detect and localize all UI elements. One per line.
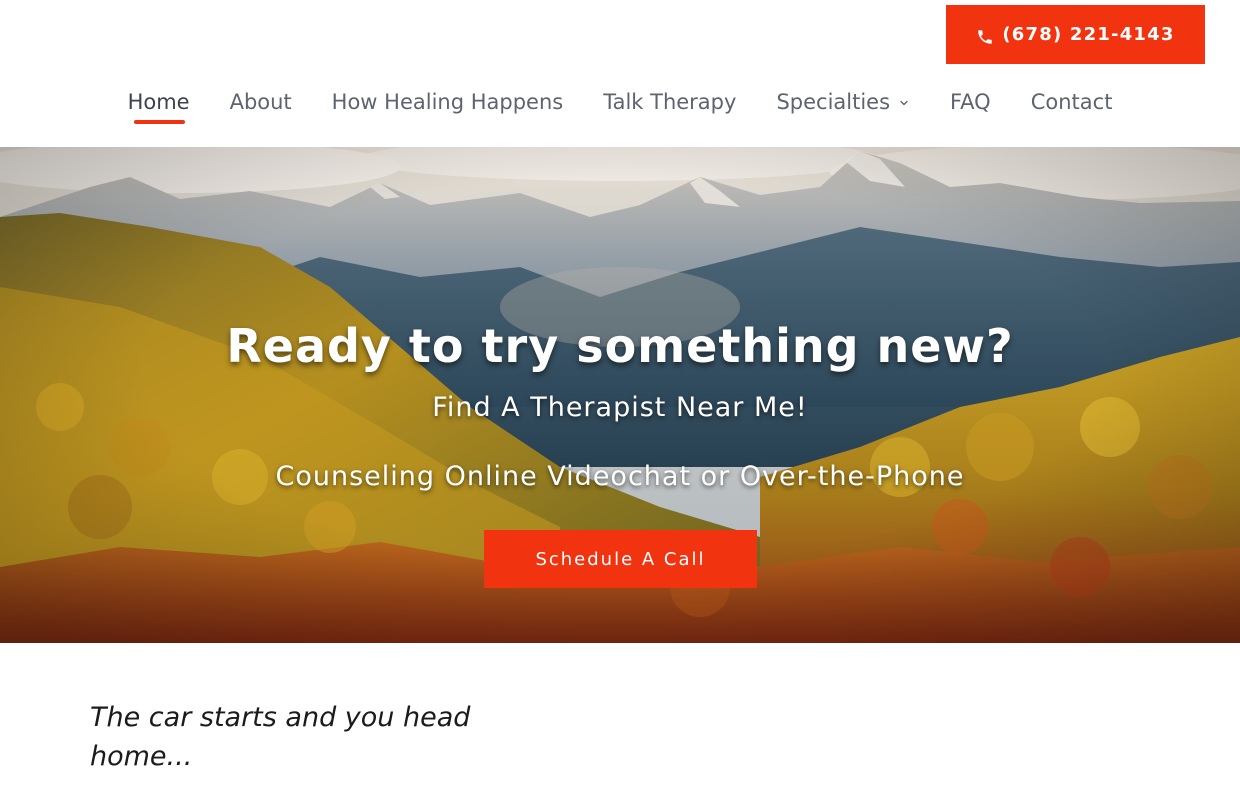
site-header: (678) 221-4143 Home About How Healing Ha…: [0, 0, 1240, 147]
nav-item-label: Talk Therapy: [603, 90, 737, 114]
hero-title: Ready to try something new?: [226, 319, 1014, 373]
nav-item-home[interactable]: Home: [108, 84, 210, 124]
hero-tagline: Counseling Online Videochat or Over-the-…: [275, 461, 965, 492]
nav-item-about[interactable]: About: [210, 84, 312, 120]
nav-item-label: Contact: [1030, 90, 1113, 114]
nav-item-label: Home: [127, 90, 190, 114]
schedule-call-button[interactable]: Schedule A Call: [484, 530, 757, 588]
nav-item-faq[interactable]: FAQ: [930, 84, 1011, 120]
phone-call-button[interactable]: (678) 221-4143: [946, 5, 1205, 64]
nav-item-how-healing-happens[interactable]: How Healing Happens: [312, 84, 584, 120]
phone-icon: [978, 29, 993, 44]
nav-item-label: FAQ: [950, 90, 991, 114]
nav-item-specialties[interactable]: Specialties: [756, 84, 930, 120]
nav-item-label: About: [229, 90, 292, 114]
nav-item-contact[interactable]: Contact: [1011, 84, 1133, 120]
active-indicator: [133, 120, 185, 124]
nav-item-talk-therapy[interactable]: Talk Therapy: [583, 84, 756, 120]
phone-number: (678) 221-4143: [1002, 24, 1175, 45]
nav-item-label: How Healing Happens: [331, 90, 564, 114]
hero-subtitle: Find A Therapist Near Me!: [432, 392, 808, 423]
intro-text: The car starts and you head home...: [90, 702, 471, 772]
hero-content: Ready to try something new? Find A Thera…: [0, 147, 1240, 643]
main-nav: Home About How Healing Happens Talk Ther…: [0, 84, 1240, 124]
hero-banner: Ready to try something new? Find A Thera…: [0, 147, 1240, 643]
chevron-down-icon: [900, 100, 908, 106]
nav-item-label: Specialties: [776, 90, 891, 114]
